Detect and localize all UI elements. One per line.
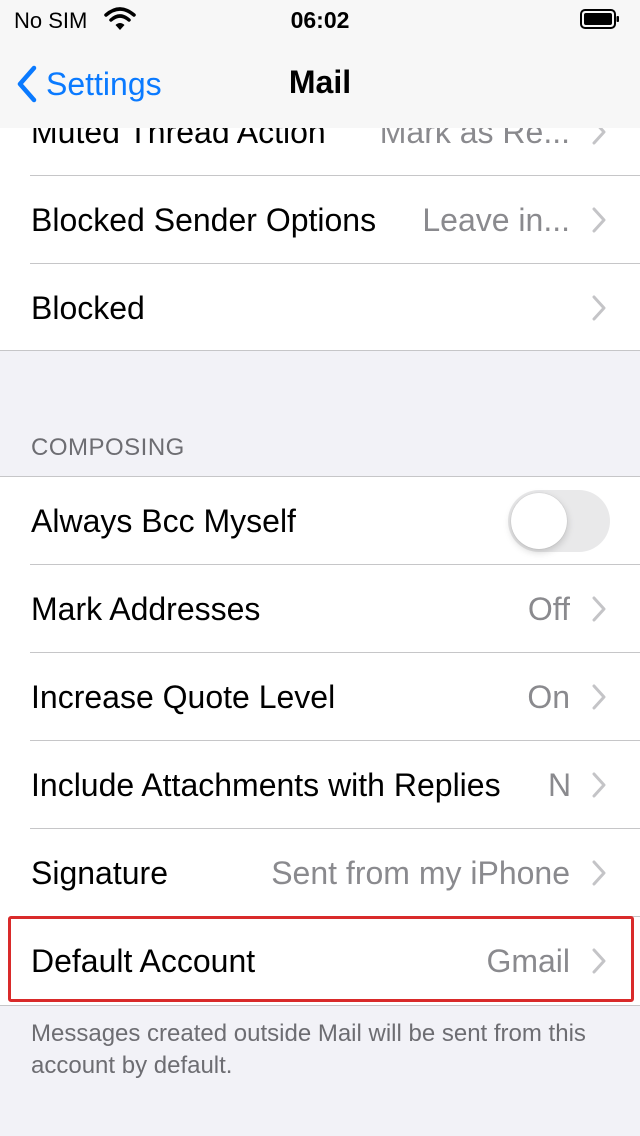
composing-settings-group: Always Bcc Myself Mark Addresses Off Inc… bbox=[0, 476, 640, 1006]
row-label: Signature bbox=[31, 855, 168, 891]
chevron-right-icon bbox=[592, 596, 606, 622]
row-value: Leave in... bbox=[422, 202, 570, 238]
row-label: Always Bcc Myself bbox=[31, 503, 296, 539]
chevron-right-icon bbox=[592, 207, 606, 233]
include-attachments-row[interactable]: Include Attachments with Replies N bbox=[0, 741, 640, 829]
chevron-right-icon bbox=[592, 684, 606, 710]
row-value: Sent from my iPhone bbox=[271, 855, 570, 891]
chevron-right-icon bbox=[592, 948, 606, 974]
row-value: On bbox=[527, 679, 570, 715]
row-label: Include Attachments with Replies bbox=[31, 767, 501, 803]
row-value: N bbox=[548, 767, 570, 803]
toggle-knob bbox=[511, 493, 567, 549]
blocked-sender-options-row[interactable]: Blocked Sender Options Leave in... bbox=[0, 176, 640, 264]
chevron-right-icon bbox=[592, 860, 606, 886]
blocked-row[interactable]: Blocked bbox=[0, 264, 640, 352]
clock: 06:02 bbox=[290, 7, 350, 33]
increase-quote-level-row[interactable]: Increase Quote Level On bbox=[0, 653, 640, 741]
always-bcc-myself-row: Always Bcc Myself bbox=[0, 477, 640, 565]
row-label: Blocked bbox=[31, 290, 145, 326]
row-value: Gmail bbox=[486, 943, 570, 979]
battery-icon bbox=[580, 9, 619, 29]
chevron-right-icon bbox=[592, 295, 606, 321]
page-title: Mail bbox=[288, 64, 352, 100]
signature-row[interactable]: Signature Sent from my iPhone bbox=[0, 829, 640, 917]
row-label: Increase Quote Level bbox=[31, 679, 336, 715]
composing-footer-note: Messages created outside Mail will be se… bbox=[31, 1020, 586, 1079]
mark-addresses-row[interactable]: Mark Addresses Off bbox=[0, 565, 640, 653]
navigation-bar: Settings Mail bbox=[0, 40, 640, 128]
default-account-row[interactable]: Default Account Gmail bbox=[0, 917, 640, 1005]
row-label: Default Account bbox=[31, 943, 256, 979]
row-value: Off bbox=[527, 591, 570, 627]
composing-section-header: COMPOSING bbox=[31, 434, 185, 461]
chevron-right-icon bbox=[592, 772, 606, 798]
row-label: Blocked Sender Options bbox=[31, 202, 377, 238]
always-bcc-toggle[interactable] bbox=[508, 490, 610, 552]
status-bar: No SIM 06:02 bbox=[0, 0, 640, 40]
row-label: Mark Addresses bbox=[31, 591, 261, 627]
